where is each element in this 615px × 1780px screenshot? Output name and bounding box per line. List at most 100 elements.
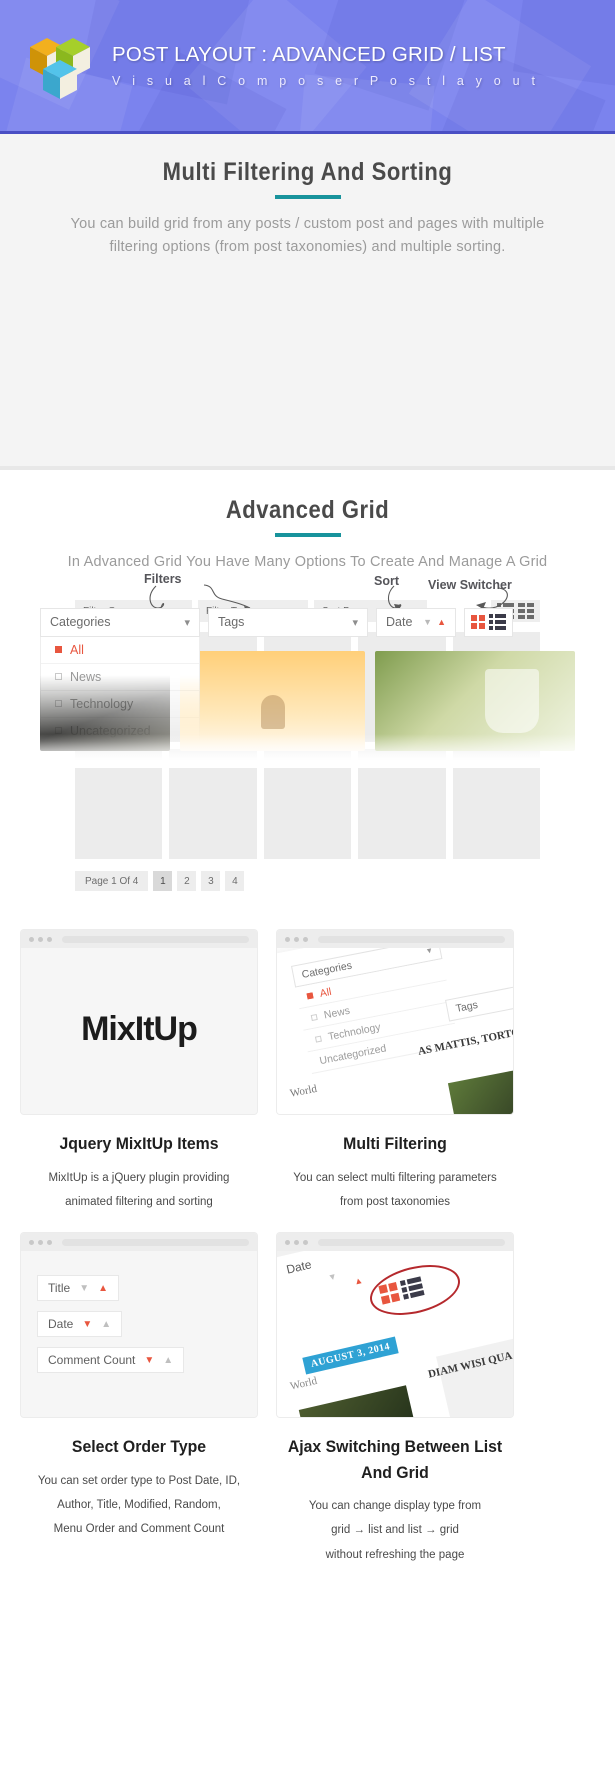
sort-date-control[interactable]: Date ▼ ▲ — [376, 607, 456, 637]
triangle-up-icon[interactable]: ▲ — [163, 1355, 173, 1366]
title-underline — [274, 195, 341, 199]
annotation-filters: Filters — [144, 571, 182, 586]
pagination: Page 1 Of 4 1 2 3 4 — [75, 871, 540, 892]
feature-description-line: without refreshing the page — [325, 1548, 465, 1561]
section-title-filtering: Multi Filtering And Sorting — [162, 158, 453, 186]
checkbox-icon[interactable] — [55, 700, 62, 708]
address-bar[interactable] — [62, 1238, 249, 1246]
filtering-demo: Filters Sort View Switcher Categories ▾ … — [0, 294, 615, 768]
window-dot-icon — [285, 936, 290, 942]
checkbox-icon[interactable] — [55, 673, 62, 681]
section-description-filtering: You can build grid from any posts / cust… — [70, 216, 545, 256]
feature-description-line: You can select multi filtering parameter… — [293, 1171, 497, 1184]
section-multi-filtering: Multi Filtering And Sorting You can buil… — [0, 134, 615, 768]
address-bar[interactable] — [62, 935, 249, 943]
browser-mockup: Categories ▾ All News Technology Uncateg… — [276, 929, 514, 1116]
dropdown-item-all[interactable]: All — [41, 637, 199, 664]
triangle-up-icon[interactable]: ▲ — [437, 617, 446, 627]
features-row: MixItUp Jquery MixItUp Items MixItUp is … — [20, 929, 595, 1214]
list-view-icon[interactable] — [489, 614, 506, 631]
feature-description-line: You can change display type from — [308, 1500, 482, 1513]
feature-card-select-order-type: Title ▼ ▲ Date ▼ ▲ Comment Count ▼ ▲ Sel… — [20, 1232, 258, 1566]
window-dot-icon — [29, 1239, 34, 1245]
order-select-label: Date — [48, 1317, 74, 1332]
triangle-down-icon[interactable]: ▼ — [82, 1319, 92, 1330]
fade-overlay — [0, 733, 615, 768]
checkbox-icon[interactable] — [55, 646, 62, 654]
feature-card-jquery-mixitup-items: MixItUp Jquery MixItUp Items MixItUp is … — [20, 929, 258, 1214]
page-header: POST LAYOUT : ADVANCED GRID / LIST V i s… — [0, 0, 615, 134]
feature-description: MixItUp is a jQuery plugin providing ani… — [20, 1166, 258, 1214]
isometric-cubes-logo — [22, 25, 98, 107]
triangle-down-icon[interactable]: ▼ — [423, 617, 432, 627]
feature-description-line: Menu Order and Comment Count — [53, 1523, 225, 1536]
title-underline — [274, 532, 341, 537]
address-bar[interactable] — [318, 1238, 505, 1246]
order-select-title[interactable]: Title ▼ ▲ — [37, 1275, 120, 1302]
annotation-view-switcher: View Switcher — [428, 577, 512, 592]
feature-title: Ajax Switching Between List And Grid — [287, 1437, 503, 1482]
categories-select[interactable]: Categories ▾ — [40, 607, 200, 637]
annotation-sort: Sort — [374, 573, 399, 588]
categories-dropdown-menu[interactable]: All News Technology Uncategorized — [40, 636, 200, 746]
address-bar[interactable] — [318, 935, 505, 943]
triangle-up-icon[interactable]: ▲ — [101, 1319, 111, 1330]
pagination-page-2[interactable]: 2 — [177, 871, 197, 892]
window-dot-icon — [29, 936, 34, 942]
mixitup-logo-text: MixItUp — [81, 1010, 198, 1049]
feature-description: You can change display type from grid → … — [276, 1494, 514, 1566]
order-select-label: Title — [48, 1281, 71, 1296]
feature-description-line: grid → list and list → grid — [331, 1524, 459, 1537]
pagination-label: Page 1 Of 4 — [75, 871, 149, 892]
chevron-down-icon: ▾ — [184, 616, 190, 629]
browser-titlebar — [21, 930, 257, 949]
feature-title: Select Order Type — [71, 1437, 207, 1457]
dropdown-item-label: Technology — [70, 696, 134, 711]
sort-date-label: Date — [386, 615, 413, 630]
grid-view-icon[interactable] — [471, 615, 485, 630]
view-switcher[interactable] — [464, 607, 513, 637]
feature-card-multi-filtering: Categories ▾ All News Technology Uncateg… — [276, 929, 514, 1214]
triangle-down-icon[interactable]: ▼ — [144, 1355, 154, 1366]
checkbox-icon[interactable] — [314, 1035, 322, 1043]
section-description-advanced-grid: In Advanced Grid You Have Many Options T… — [67, 553, 548, 570]
window-dot-icon — [38, 936, 43, 942]
feature-card-ajax-switching: Date ▼ ▲ AUGUST 3, 2014 World DIAM WISI … — [276, 1232, 514, 1566]
window-dot-icon — [47, 936, 52, 942]
dropdown-item-label: News — [70, 669, 102, 684]
order-select-comment-count[interactable]: Comment Count ▼ ▲ — [37, 1347, 185, 1374]
feature-description-line: animated filtering and sorting — [65, 1196, 213, 1209]
triangle-down-icon[interactable]: ▼ — [79, 1283, 89, 1294]
pagination-page-4[interactable]: 4 — [225, 871, 245, 892]
browser-content: MixItUp — [21, 948, 257, 1115]
window-dot-icon — [303, 1239, 308, 1245]
page-title: POST LAYOUT : ADVANCED GRID / LIST — [112, 43, 506, 66]
features-row: Title ▼ ▲ Date ▼ ▲ Comment Count ▼ ▲ Sel… — [20, 1232, 595, 1566]
browser-titlebar — [277, 930, 513, 949]
order-select-label: Comment Count — [48, 1353, 136, 1368]
dropdown-item-label: All — [70, 642, 84, 657]
tags-select[interactable]: Tags ▾ — [208, 607, 368, 637]
triangle-up-icon[interactable]: ▲ — [98, 1283, 108, 1294]
dropdown-item-label: All — [318, 985, 333, 1000]
checkbox-icon[interactable] — [306, 992, 314, 1000]
pagination-page-3[interactable]: 3 — [201, 871, 221, 892]
dropdown-item-label: News — [322, 1004, 351, 1022]
pagination-page-1[interactable]: 1 — [153, 871, 173, 892]
window-dot-icon — [303, 936, 308, 942]
dropdown-item-news[interactable]: News — [41, 664, 199, 691]
window-dot-icon — [38, 1239, 43, 1245]
chevron-down-icon: ▾ — [352, 616, 358, 629]
window-dot-icon — [285, 1239, 290, 1245]
feature-description-line: You can set order type to Post Date, ID, — [37, 1474, 241, 1487]
grid-view-icon[interactable] — [518, 603, 534, 620]
window-dot-icon — [294, 936, 299, 942]
order-select-date[interactable]: Date ▼ ▲ — [37, 1311, 123, 1338]
browser-titlebar — [277, 1233, 513, 1252]
dropdown-item-technology[interactable]: Technology — [41, 691, 199, 718]
section-title-advanced-grid: Advanced Grid — [225, 495, 390, 524]
browser-content: Title ▼ ▲ Date ▼ ▲ Comment Count ▼ ▲ — [21, 1251, 257, 1418]
feature-description: You can select multi filtering parameter… — [276, 1166, 514, 1214]
browser-content: Date ▼ ▲ AUGUST 3, 2014 World DIAM WISI … — [277, 1251, 513, 1418]
checkbox-icon[interactable] — [310, 1013, 318, 1021]
